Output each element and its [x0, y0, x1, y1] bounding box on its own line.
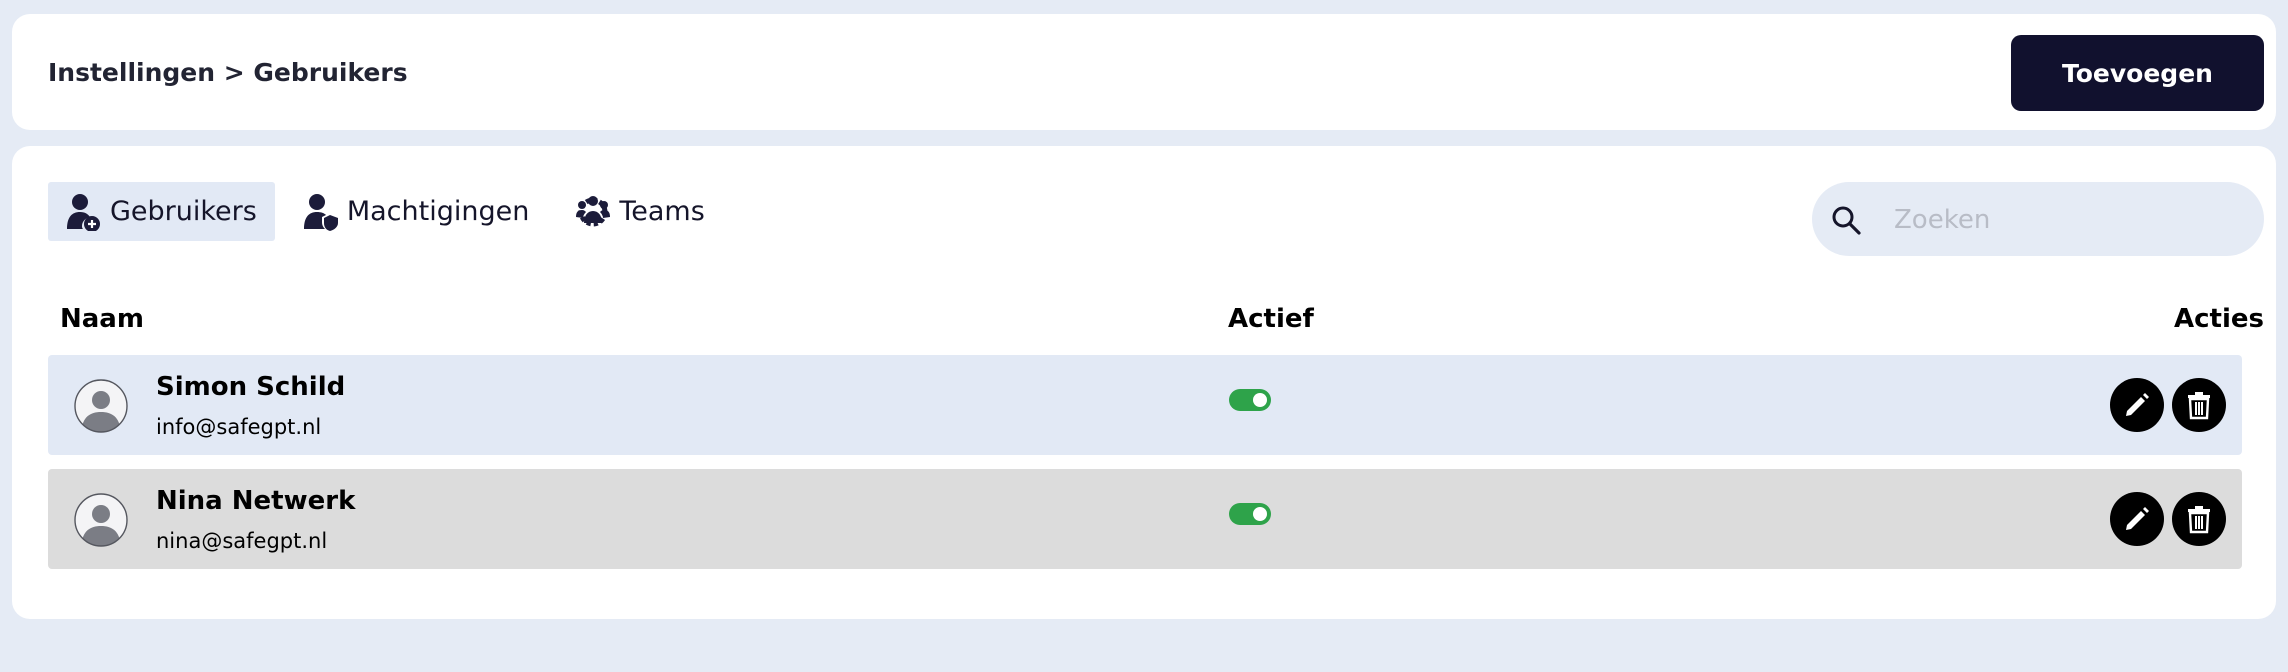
active-toggle[interactable] — [1229, 389, 1271, 411]
column-header-acties: Acties — [2174, 304, 2264, 334]
tab-label: Gebruikers — [110, 196, 257, 227]
column-header-naam: Naam — [60, 304, 144, 334]
column-header-actief: Actief — [1228, 304, 1314, 334]
search-box — [1812, 182, 2264, 258]
user-name: Nina Netwerk — [156, 486, 356, 516]
header-card: Instellingen > Gebruikers Toevoegen — [12, 14, 2276, 130]
add-button[interactable]: Toevoegen — [2011, 35, 2264, 111]
tab-label: Machtigingen — [346, 196, 530, 227]
edit-button[interactable] — [2110, 492, 2164, 546]
trash-icon — [2188, 392, 2210, 420]
user-email: info@safegpt.nl — [156, 415, 322, 439]
tab-teams[interactable]: Teams — [557, 182, 722, 241]
breadcrumb: Instellingen > Gebruikers — [48, 57, 408, 87]
toggle-knob — [1253, 393, 1267, 407]
tab-gebruikers[interactable]: Gebruikers — [48, 182, 275, 241]
table-row[interactable]: Simon Schild info@safegpt.nl — [48, 355, 2242, 455]
search-input[interactable] — [1892, 182, 2236, 258]
user-email: nina@safegpt.nl — [156, 529, 328, 553]
table-row[interactable]: Nina Netwerk nina@safegpt.nl — [48, 469, 2242, 569]
user-shield-icon — [303, 193, 338, 231]
edit-button[interactable] — [2110, 378, 2164, 432]
trash-icon — [2188, 506, 2210, 534]
search-icon — [1832, 206, 1861, 235]
pencil-icon — [2126, 507, 2149, 530]
tab-bar: Gebruikers Machtigingen Teams — [48, 182, 733, 241]
pencil-icon — [2126, 393, 2149, 416]
tab-machtigingen[interactable]: Machtigingen — [285, 182, 548, 241]
main-card: Gebruikers Machtigingen Teams Zoeken Naa… — [12, 146, 2276, 619]
avatar — [74, 493, 128, 547]
users-gear-icon — [576, 195, 611, 226]
delete-button[interactable] — [2172, 492, 2226, 546]
user-name: Simon Schild — [156, 372, 346, 402]
toggle-knob — [1253, 507, 1267, 521]
avatar — [74, 379, 128, 433]
tab-label: Teams — [619, 196, 705, 227]
user-plus-icon — [67, 193, 100, 231]
active-toggle[interactable] — [1229, 503, 1271, 525]
delete-button[interactable] — [2172, 378, 2226, 432]
